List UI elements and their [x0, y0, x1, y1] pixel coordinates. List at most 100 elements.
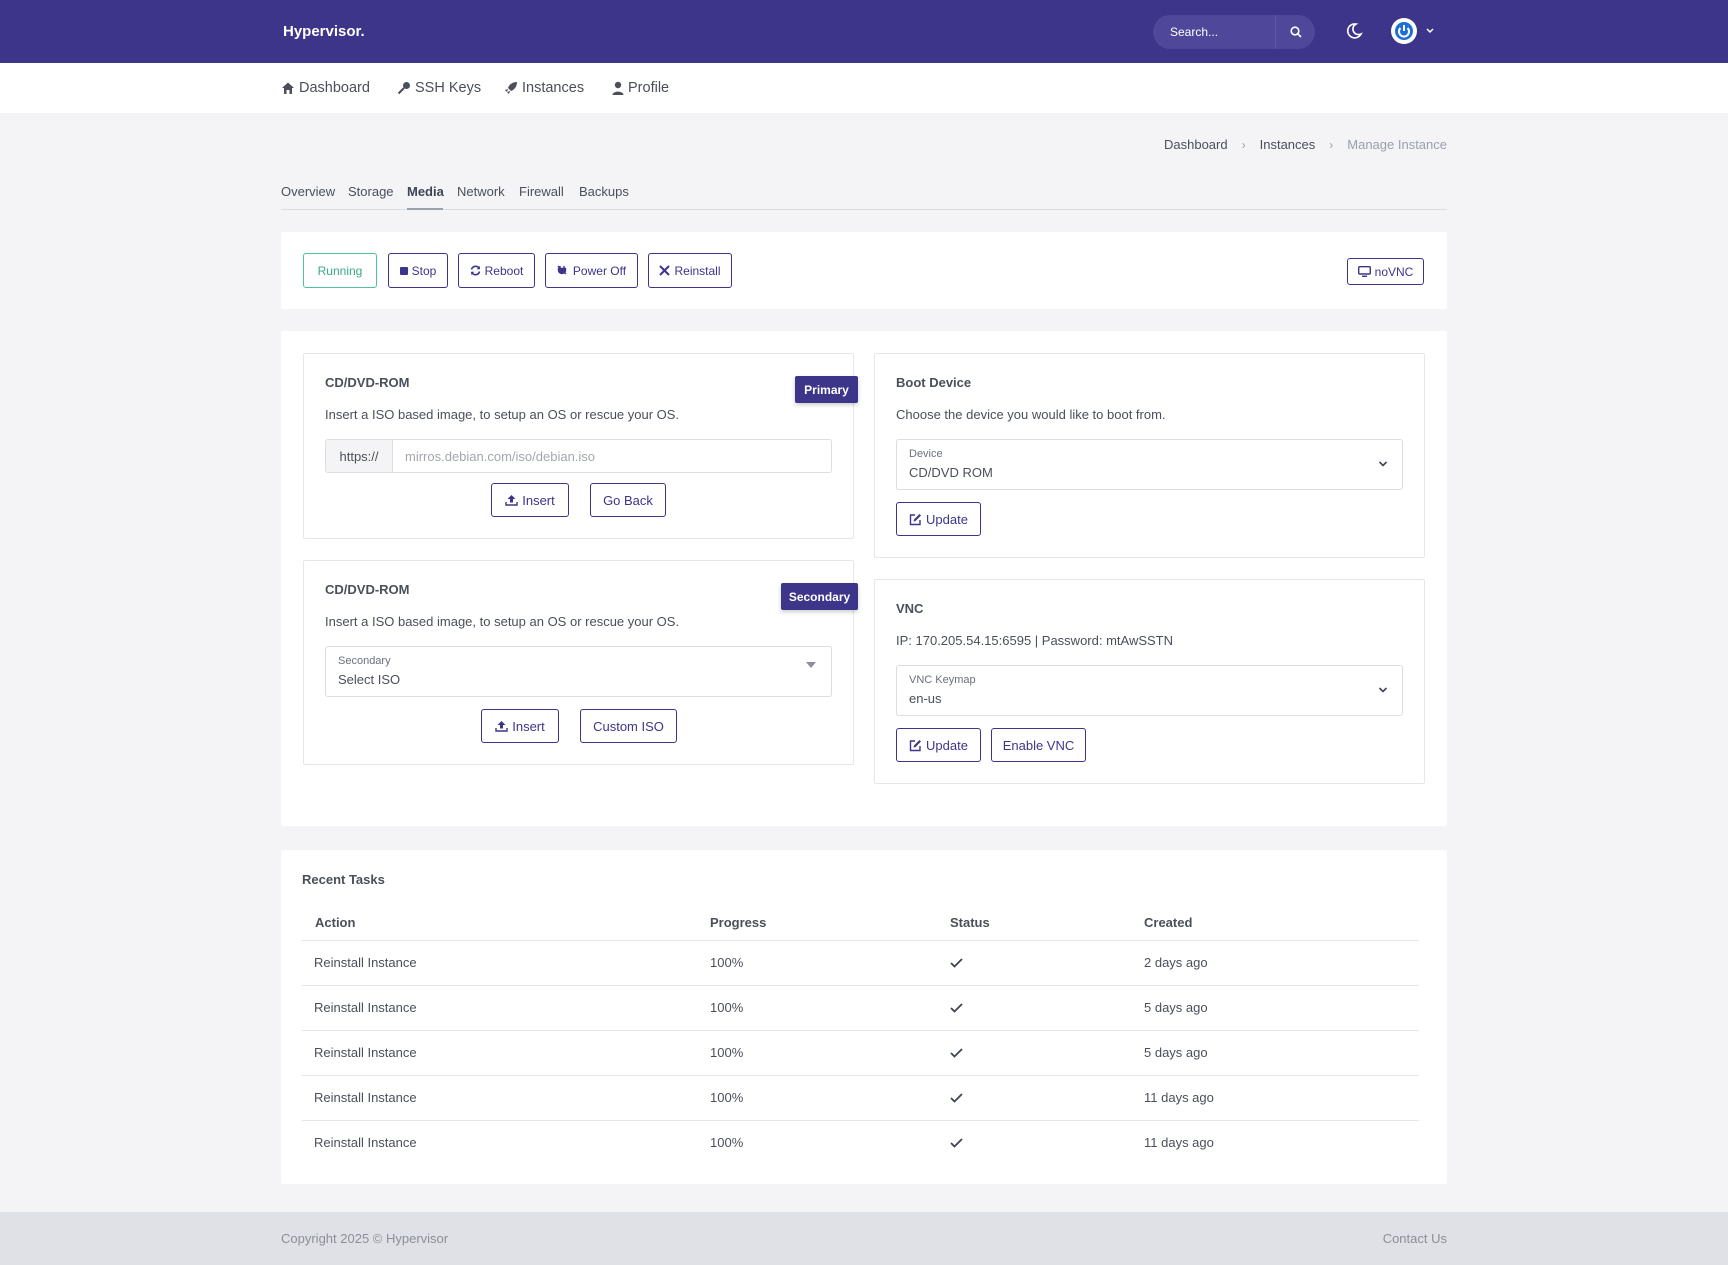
vnc-update-button[interactable]: Update [896, 728, 981, 762]
secondary-cd-panel: CD/DVD-ROM Insert a ISO based image, to … [303, 560, 854, 765]
go-back-label: Go Back [603, 492, 653, 508]
custom-iso-label: Custom ISO [593, 718, 664, 734]
table-row: Reinstall Instance 100% 5 days ago [302, 985, 1419, 1030]
panel-title: Boot Device [896, 375, 972, 390]
rocket-icon [505, 82, 517, 94]
power-actions-card: Running Stop Reboot Power Off Reinstall … [281, 232, 1447, 309]
custom-iso-button[interactable]: Custom ISO [580, 709, 677, 743]
nav-instances[interactable]: Instances [504, 80, 584, 96]
media-card: CD/DVD-ROM Insert a ISO based image, to … [281, 331, 1447, 826]
tab-backups[interactable]: Backups [579, 184, 629, 199]
stop-button[interactable]: Stop [388, 253, 448, 288]
power-icon [1395, 22, 1413, 40]
instance-tabs: Overview Storage Media Network Firewall … [281, 182, 1447, 210]
task-created: 5 days ago [1144, 1000, 1208, 1015]
boot-update-button[interactable]: Update [896, 502, 981, 536]
search-box[interactable]: Search... [1153, 15, 1315, 49]
brand-logo[interactable]: Hypervisor. [283, 23, 365, 40]
panel-title: CD/DVD-ROM [325, 375, 410, 390]
tab-overview[interactable]: Overview [281, 184, 335, 199]
power-off-label: Power Off [572, 263, 627, 278]
check-icon [950, 1048, 963, 1058]
breadcrumb: Dashboard › Instances › Manage Instance [1164, 137, 1447, 152]
breadcrumb-instances[interactable]: Instances [1260, 137, 1316, 152]
task-progress: 100% [710, 955, 744, 970]
monitor-icon [1357, 266, 1371, 277]
nav-profile[interactable]: Profile [612, 80, 669, 96]
chevron-down-icon [1378, 461, 1388, 467]
recent-tasks-title: Recent Tasks [302, 872, 385, 887]
nav-ssh-keys[interactable]: SSH Keys [397, 80, 481, 96]
secondary-badge: Secondary [781, 583, 858, 610]
panel-title: VNC [896, 601, 924, 616]
breadcrumb-dashboard[interactable]: Dashboard [1164, 137, 1228, 152]
nav-label: SSH Keys [415, 80, 482, 96]
chevron-right-icon: › [1241, 137, 1246, 152]
insert-label: Insert [522, 492, 555, 508]
task-created: 11 days ago [1144, 1135, 1214, 1150]
contact-link[interactable]: Contact Us [1383, 1231, 1447, 1246]
insert-label: Insert [512, 718, 545, 734]
select-label: VNC Keymap [909, 674, 976, 686]
stop-label: Stop [411, 263, 437, 278]
user-icon [612, 81, 624, 95]
refresh-icon [470, 265, 480, 276]
column-header-status: Status [950, 915, 990, 930]
panel-description: Insert a ISO based image, to setup an OS… [325, 614, 680, 629]
avatar[interactable] [1391, 18, 1417, 44]
nav-dashboard[interactable]: Dashboard [281, 80, 370, 96]
tab-network[interactable]: Network [457, 184, 505, 199]
task-action: Reinstall Instance [314, 1000, 417, 1015]
insert-secondary-button[interactable]: Insert [481, 709, 559, 743]
enable-vnc-button[interactable]: Enable VNC [991, 728, 1086, 762]
table-row: Reinstall Instance 100% 11 days ago [302, 1075, 1419, 1120]
footer: Copyright 2025 © Hypervisor Contact Us [0, 1212, 1728, 1265]
power-off-button[interactable]: Power Off [545, 253, 638, 288]
update-label: Update [926, 511, 968, 527]
novnc-label: noVNC [1374, 264, 1414, 279]
select-label: Secondary [338, 655, 391, 667]
boot-device-select[interactable]: Device CD/DVD ROM [896, 439, 1403, 490]
boot-device-panel: Boot Device Choose the device you would … [874, 353, 1425, 558]
go-back-button[interactable]: Go Back [590, 483, 666, 517]
search-input[interactable]: Search... [1170, 25, 1218, 39]
chevron-down-icon[interactable] [1425, 26, 1435, 36]
tab-media[interactable]: Media [407, 184, 444, 199]
task-action: Reinstall Instance [314, 1045, 417, 1060]
novnc-button[interactable]: noVNC [1347, 258, 1424, 285]
url-prefix: https:// [326, 440, 393, 472]
main-nav: Dashboard SSH Keys Instances Profile [0, 63, 1728, 113]
task-progress: 100% [710, 1135, 744, 1150]
tab-firewall[interactable]: Firewall [519, 184, 564, 199]
panel-description: Choose the device you would like to boot… [896, 407, 1166, 422]
task-action: Reinstall Instance [314, 1135, 417, 1150]
select-value: CD/DVD ROM [909, 465, 993, 480]
edit-icon [909, 513, 922, 525]
search-button[interactable] [1275, 15, 1315, 49]
vnc-keymap-select[interactable]: VNC Keymap en-us [896, 665, 1403, 716]
vnc-panel: VNC IP: 170.205.54.15:6595 | Password: m… [874, 579, 1425, 784]
reboot-button[interactable]: Reboot [458, 253, 535, 288]
tab-storage[interactable]: Storage [348, 184, 394, 199]
tools-icon [659, 265, 671, 276]
panel-description: Insert a ISO based image, to setup an OS… [325, 407, 680, 422]
iso-url-group: https:// [325, 439, 832, 473]
secondary-iso-select[interactable]: Secondary Select ISO [325, 646, 832, 697]
stop-icon [399, 266, 408, 275]
check-icon [950, 1138, 963, 1148]
key-icon [397, 82, 410, 95]
nav-label: Instances [522, 80, 585, 96]
insert-primary-button[interactable]: Insert [491, 483, 569, 517]
chevron-down-icon [1378, 687, 1388, 693]
primary-cd-panel: CD/DVD-ROM Insert a ISO based image, to … [303, 353, 854, 539]
select-label: Device [909, 448, 943, 460]
primary-badge: Primary [795, 376, 858, 403]
badge-label: Secondary [788, 589, 851, 604]
task-progress: 100% [710, 1000, 744, 1015]
reinstall-button[interactable]: Reinstall [648, 253, 732, 288]
column-header-action: Action [315, 915, 356, 930]
column-header-created: Created [1144, 915, 1193, 930]
iso-url-input[interactable] [393, 440, 831, 472]
moon-icon[interactable] [1345, 22, 1363, 40]
caret-down-icon [806, 662, 816, 668]
